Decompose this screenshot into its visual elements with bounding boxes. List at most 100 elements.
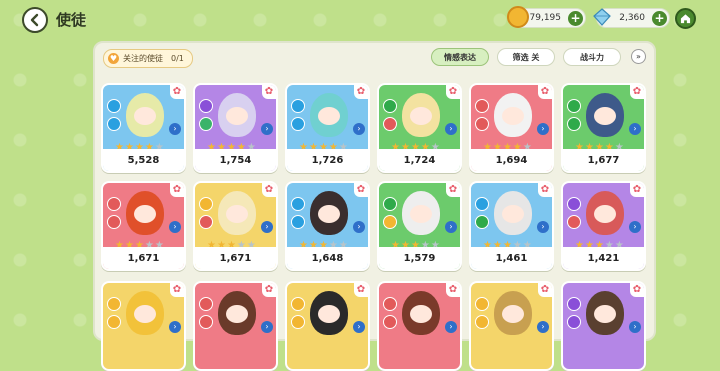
coin-value: 79,195 [529, 13, 562, 23]
character-card[interactable]: › ✿ ★ ★ ★ ★ ★ 1,648 [285, 181, 370, 271]
character-card[interactable]: › ✿ ★ ★ ★ ★ ★ 1,461 [469, 181, 554, 271]
flower-icon: ✿ [354, 183, 368, 197]
class-icon [199, 215, 213, 229]
element-icon [199, 197, 213, 211]
chevron-left-icon [30, 13, 39, 27]
character-card[interactable]: › ✿ [469, 281, 554, 371]
chevron-right-icon: › [537, 321, 549, 333]
class-icon [475, 117, 489, 131]
character-face [226, 205, 248, 223]
filter-button[interactable]: 筛选 关 [497, 48, 555, 66]
flower-icon: ✿ [170, 283, 184, 297]
element-icon [383, 297, 397, 311]
character-card[interactable]: › ✿ [561, 281, 646, 371]
chevron-right-icon: › [445, 221, 457, 233]
emotion-button[interactable]: 情感表达 [431, 48, 489, 66]
back-button[interactable] [22, 7, 48, 33]
element-icon [475, 197, 489, 211]
character-face [410, 305, 432, 323]
chevron-right-icon: › [261, 321, 273, 333]
character-card[interactable]: › ✿ ★ ★ ★ ★ ★ 1,754 [193, 83, 278, 173]
add-crystal-button[interactable]: + [652, 11, 667, 26]
chevron-right-icon: › [353, 123, 365, 135]
character-face [318, 305, 340, 323]
home-button[interactable] [675, 8, 696, 29]
power-value: 1,724 [379, 149, 460, 171]
character-face [502, 107, 524, 125]
element-icon [107, 99, 121, 113]
class-icon [199, 117, 213, 131]
class-icon [383, 117, 397, 131]
character-card[interactable]: › ✿ ★ ★ ★ ★ ★ 1,677 [561, 83, 646, 173]
chevron-right-icon: › [169, 321, 181, 333]
power-sort-button[interactable]: 战斗力 [563, 48, 621, 66]
class-icon [291, 215, 305, 229]
followed-count: 0/1 [171, 54, 184, 63]
character-card[interactable]: › ✿ ★ ★ ★ ★ ★ 1,579 [377, 181, 462, 271]
crystal-icon [591, 6, 613, 28]
class-icon [383, 215, 397, 229]
chevron-right-icon: › [169, 221, 181, 233]
character-card[interactable]: › ✿ [193, 281, 278, 371]
flower-icon: ✿ [170, 85, 184, 99]
flower-icon: ✿ [262, 283, 276, 297]
character-card[interactable]: › ✿ ★ ★ ★ ★ ★ 1,724 [377, 83, 462, 173]
chevron-right-icon: › [169, 123, 181, 135]
character-card[interactable]: › ✿ ★ ★ ★ ★ ★ 1,726 [285, 83, 370, 173]
element-icon [475, 297, 489, 311]
expand-icon[interactable]: » [631, 49, 646, 64]
flower-icon: ✿ [538, 183, 552, 197]
element-icon [475, 99, 489, 113]
character-card[interactable]: › ✿ ★ ★ ★ ★ ★ 1,694 [469, 83, 554, 173]
flower-icon: ✿ [262, 85, 276, 99]
power-value: 1,671 [103, 247, 184, 269]
element-icon [383, 99, 397, 113]
flower-icon: ✿ [262, 183, 276, 197]
element-icon [107, 297, 121, 311]
character-face [594, 205, 616, 223]
character-card[interactable]: › ✿ [285, 281, 370, 371]
power-value: 5,528 [103, 149, 184, 171]
character-face [502, 205, 524, 223]
flower-icon: ✿ [354, 85, 368, 99]
character-card[interactable]: › ✿ [101, 281, 186, 371]
chevron-right-icon: › [445, 321, 457, 333]
character-face [594, 107, 616, 125]
flower-icon: ✿ [446, 283, 460, 297]
element-icon [199, 99, 213, 113]
flower-icon: ✿ [446, 85, 460, 99]
add-coin-button[interactable]: + [568, 11, 583, 26]
coin-icon [507, 6, 529, 28]
character-face [226, 107, 248, 125]
power-value: 1,461 [471, 247, 552, 269]
character-card[interactable]: › ✿ ★ ★ ★ ★ ★ 1,671 [193, 181, 278, 271]
character-card[interactable]: › ✿ [377, 281, 462, 371]
class-icon [567, 117, 581, 131]
character-face [134, 205, 156, 223]
followed-filter[interactable]: ♥ 关注的使徒 0/1 [103, 49, 193, 68]
element-icon [567, 297, 581, 311]
chevron-right-icon: › [353, 221, 365, 233]
element-icon [291, 297, 305, 311]
chevron-right-icon: › [537, 221, 549, 233]
element-icon [567, 197, 581, 211]
character-card[interactable]: › ✿ ★ ★ ★ ★ ★ 1,671 [101, 181, 186, 271]
class-icon [291, 117, 305, 131]
power-value: 1,754 [195, 149, 276, 171]
power-value: 1,726 [287, 149, 368, 171]
flower-icon: ✿ [538, 283, 552, 297]
flower-icon: ✿ [538, 85, 552, 99]
character-face [502, 305, 524, 323]
element-icon [383, 197, 397, 211]
heart-icon: ♥ [108, 53, 119, 64]
class-icon [107, 215, 121, 229]
followed-label: 关注的使徒 [123, 54, 163, 63]
element-icon [107, 197, 121, 211]
character-face [226, 305, 248, 323]
character-card[interactable]: › ✿ ★ ★ ★ ★ ★ 5,528 [101, 83, 186, 173]
character-card[interactable]: › ✿ ★ ★ ★ ★ ★ 1,421 [561, 181, 646, 271]
home-icon [680, 14, 691, 24]
power-value: 1,421 [563, 247, 644, 269]
chevron-right-icon: › [629, 321, 641, 333]
class-icon [107, 117, 121, 131]
